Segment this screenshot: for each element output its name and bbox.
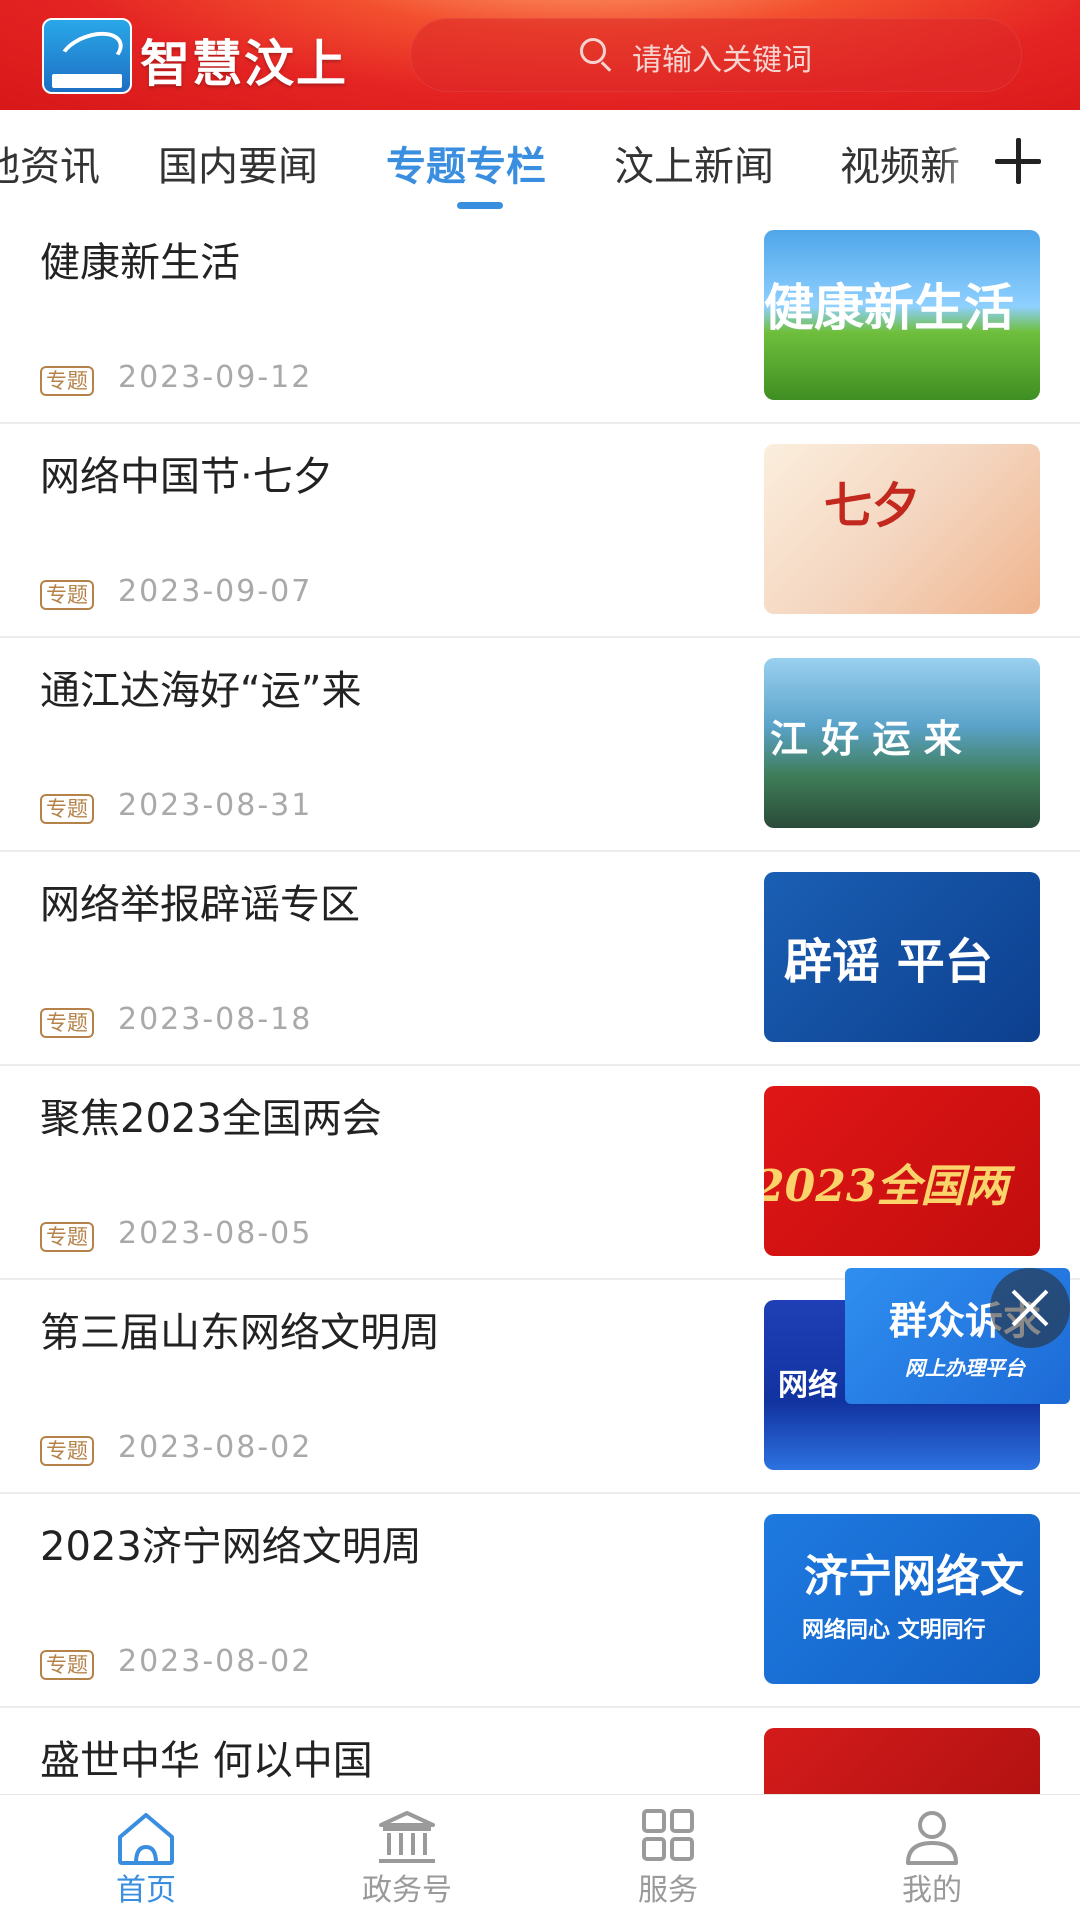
list-item[interactable]: 2023济宁网络文明周 专题 2023-08-02 济宁网络文 网络同心 文明同… xyxy=(0,1494,1080,1708)
item-title: 网络中国节·七夕 xyxy=(40,454,333,500)
app-title: 智慧汶上 xyxy=(140,34,348,93)
app-logo xyxy=(42,18,132,94)
item-title: 聚焦2023全国两会 xyxy=(40,1096,382,1142)
topic-tag: 专题 xyxy=(40,366,94,396)
item-date: 2023-08-05 xyxy=(118,1216,313,1251)
item-date: 2023-08-02 xyxy=(118,1644,313,1679)
list-item[interactable]: 健康新生活 专题 2023-09-12 健康新生活 xyxy=(0,210,1080,424)
item-date: 2023-08-02 xyxy=(118,1430,313,1465)
list-item[interactable]: 网络中国节·七夕 专题 2023-09-07 七夕 xyxy=(0,424,1080,638)
item-title: 通江达海好“运”来 xyxy=(40,668,362,714)
item-thumbnail xyxy=(764,1728,1040,1794)
add-tab-plus-icon[interactable] xyxy=(995,138,1041,184)
item-thumbnail: 七夕 xyxy=(764,444,1040,614)
government-building-icon xyxy=(379,1811,435,1863)
nav-profile[interactable]: 我的 xyxy=(797,1795,1067,1921)
topic-tag: 专题 xyxy=(40,1436,94,1466)
nav-label: 首页 xyxy=(116,1873,176,1908)
category-tabs: 他资讯 国内要闻 专题专栏 汶上新闻 视频新 xyxy=(0,110,1080,210)
tab-special-topics[interactable]: 专题专栏 xyxy=(386,134,546,192)
item-title: 健康新生活 xyxy=(40,240,240,286)
tab-wenshang-news[interactable]: 汶上新闻 xyxy=(614,134,774,192)
app-header: 智慧汶上 请输入关键词 xyxy=(0,0,1080,110)
tab-local-info[interactable]: 他资讯 xyxy=(0,134,100,192)
search-placeholder: 请输入关键词 xyxy=(632,43,812,78)
item-thumbnail: 健康新生活 xyxy=(764,230,1040,400)
item-title: 第三届山东网络文明周 xyxy=(40,1310,440,1356)
item-thumbnail: 2023全国两 xyxy=(764,1086,1040,1256)
topic-tag: 专题 xyxy=(40,794,94,824)
grid-apps-icon xyxy=(642,1809,694,1861)
item-date: 2023-09-07 xyxy=(118,574,313,609)
list-item[interactable]: 网络举报辟谣专区 专题 2023-08-18 辟谣 平台 xyxy=(0,852,1080,1066)
search-bar[interactable]: 请输入关键词 xyxy=(410,18,1022,92)
home-icon xyxy=(118,1813,174,1865)
active-tab-indicator xyxy=(457,202,503,209)
item-date: 2023-09-12 xyxy=(118,360,313,395)
close-banner-icon[interactable] xyxy=(990,1268,1070,1348)
item-date: 2023-08-31 xyxy=(118,788,313,823)
item-title: 网络举报辟谣专区 xyxy=(40,882,360,928)
item-thumbnail: 辟谣 平台 xyxy=(764,872,1040,1042)
nav-label: 政务号 xyxy=(362,1873,452,1908)
nav-services[interactable]: 服务 xyxy=(533,1795,803,1921)
list-item[interactable]: 聚焦2023全国两会 专题 2023-08-05 2023全国两 xyxy=(0,1066,1080,1280)
list-item[interactable]: 盛世中华 何以中国 xyxy=(0,1708,1080,1794)
topic-tag: 专题 xyxy=(40,580,94,610)
search-icon xyxy=(580,38,606,64)
item-title: 2023济宁网络文明周 xyxy=(40,1524,422,1570)
item-date: 2023-08-18 xyxy=(118,1002,313,1037)
list-item[interactable]: 通江达海好“运”来 专题 2023-08-31 江 好 运 来 xyxy=(0,638,1080,852)
nav-home[interactable]: 首页 xyxy=(11,1795,281,1921)
nav-government[interactable]: 政务号 xyxy=(272,1795,542,1921)
tab-national-news[interactable]: 国内要闻 xyxy=(158,134,318,192)
topic-tag: 专题 xyxy=(40,1008,94,1038)
topic-tag: 专题 xyxy=(40,1222,94,1252)
user-icon xyxy=(906,1811,958,1865)
topic-tag: 专题 xyxy=(40,1650,94,1680)
nav-label: 我的 xyxy=(902,1873,962,1908)
item-title: 盛世中华 何以中国 xyxy=(40,1738,373,1784)
bottom-navigation: 首页 政务号 服务 我的 xyxy=(0,1794,1080,1921)
item-thumbnail: 济宁网络文 网络同心 文明同行 xyxy=(764,1514,1040,1684)
item-thumbnail: 江 好 运 来 xyxy=(764,658,1040,828)
banner-subtitle: 网上办理平台 xyxy=(905,1356,1025,1380)
nav-label: 服务 xyxy=(638,1873,698,1908)
topic-list: 健康新生活 专题 2023-09-12 健康新生活 网络中国节·七夕 专题 20… xyxy=(0,210,1080,1794)
